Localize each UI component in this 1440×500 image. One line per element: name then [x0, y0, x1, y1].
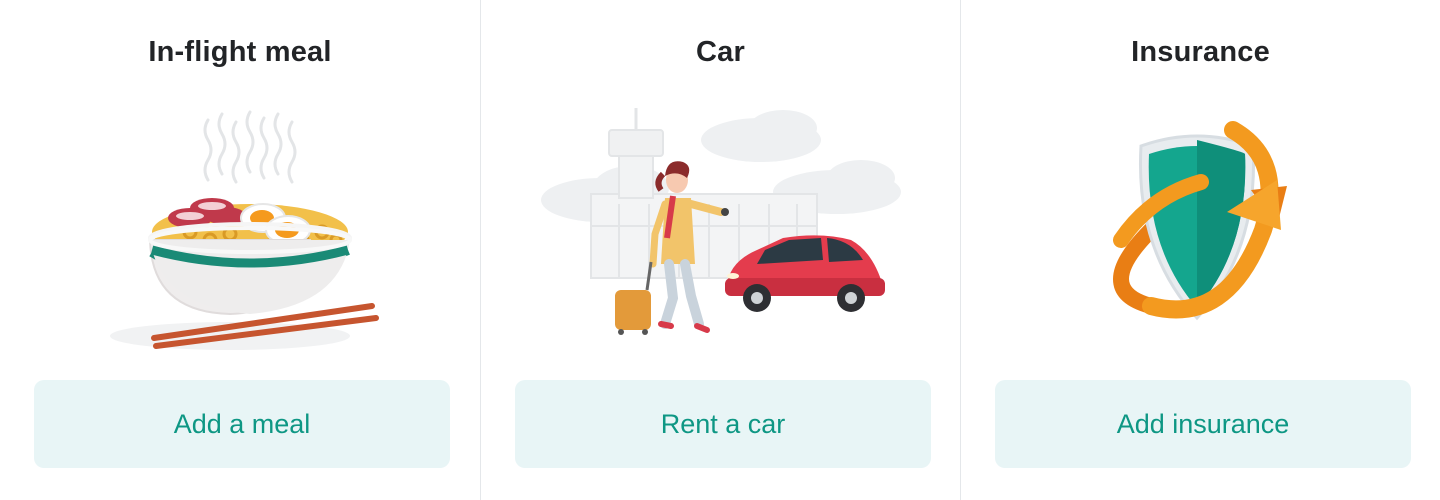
add-insurance-button[interactable]: Add insurance [995, 380, 1411, 468]
card-inflight-meal: In-flight meal Add a meal [0, 0, 480, 500]
card-insurance: Insurance Add insurance [960, 0, 1440, 500]
car-rental-scene-icon [521, 100, 921, 360]
card-car: Car Rent a car [480, 0, 960, 500]
card-title-insurance: Insurance [1131, 36, 1270, 68]
add-meal-button[interactable]: Add a meal [34, 380, 450, 468]
noodle-bowl-icon [40, 100, 440, 360]
insurance-shield-icon [1001, 100, 1401, 360]
extras-card-row: In-flight meal Add a meal Car Rent a car… [0, 0, 1440, 500]
card-title-meal: In-flight meal [148, 36, 332, 68]
card-title-car: Car [696, 36, 745, 68]
rent-car-button[interactable]: Rent a car [515, 380, 931, 468]
